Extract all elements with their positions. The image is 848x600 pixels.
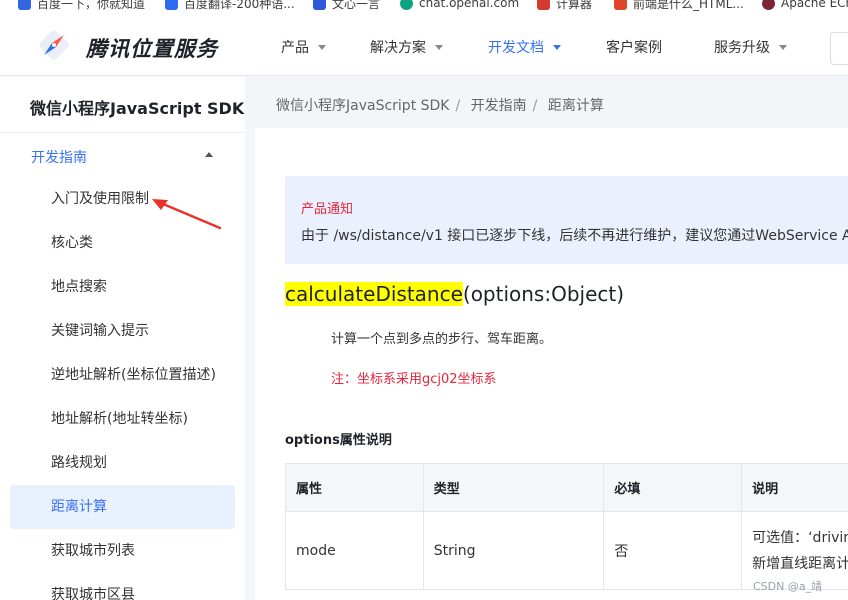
fire-icon: [614, 0, 627, 10]
column-header: 属性: [285, 463, 424, 512]
sidebar-item-place-search[interactable]: 地点搜索: [10, 265, 235, 309]
sidebar-item-keyword-suggest[interactable]: 关键词输入提示: [10, 309, 235, 353]
chevron-down-icon: [553, 44, 561, 50]
site-header: 腾讯位置服务 产品 解决方案 开发文档 客户案例 服务升级: [0, 12, 848, 76]
sidebar-item-city-list[interactable]: 获取城市列表: [10, 529, 235, 573]
sidebar-item-reverse-geocoding[interactable]: 逆地址解析(坐标位置描述): [10, 353, 235, 397]
method-heading: calculateDistance(options:Object): [285, 282, 624, 306]
bookmark-wenxin[interactable]: 文心一言: [313, 0, 380, 11]
wenxin-icon: [313, 0, 326, 10]
calculator-icon: [537, 0, 550, 10]
sidebar-item-geocoding[interactable]: 地址解析(地址转坐标): [10, 397, 235, 441]
notice-title: 产品通知: [301, 202, 354, 217]
nav-dev-docs[interactable]: 开发文档: [488, 37, 561, 57]
breadcrumb: 微信小程序JavaScript SDK / 开发指南 / 距离计算: [276, 95, 610, 115]
bookmark-openai[interactable]: chat.openai.com: [400, 0, 519, 11]
divider: [0, 132, 245, 133]
product-notice: 产品通知 由于 /ws/distance/v1 接口已逐步下线，后续不再进行维护…: [285, 176, 848, 264]
sidebar-item-distance-calc[interactable]: 距离计算: [10, 485, 235, 529]
baidu-icon: [18, 0, 31, 10]
desc-line: 可选值：‘drivin: [752, 529, 848, 546]
csdn-watermark: CSDN @a_靖: [753, 580, 823, 593]
bookmark-baidu-translate[interactable]: 百度翻译-200种语...: [165, 0, 295, 11]
breadcrumb-separator: /: [455, 98, 461, 114]
column-header: 类型: [422, 463, 605, 512]
bookmark-frontend[interactable]: 前端是什么_HTML...: [614, 0, 744, 11]
options-table-title: options属性说明: [285, 433, 392, 448]
cell-type: String: [422, 511, 605, 590]
column-header: 说明: [741, 463, 848, 512]
notice-body: 由于 /ws/distance/v1 接口已逐步下线，后续不再进行维护，建议您通…: [301, 228, 848, 244]
method-signature: (options:Object): [462, 282, 625, 306]
search-input[interactable]: [830, 32, 848, 65]
annotation-arrow-icon: [152, 199, 222, 230]
openai-icon: [400, 0, 413, 10]
cell-prop: mode: [285, 511, 424, 590]
brand-name[interactable]: 腾讯位置服务: [86, 33, 218, 63]
chevron-down-icon: [779, 44, 787, 50]
breadcrumb-item[interactable]: 开发指南: [471, 98, 527, 114]
translate-icon: [165, 0, 178, 10]
compass-logo-icon[interactable]: [38, 29, 70, 61]
bookmarks-bar: 百度一下，你就知道 百度翻译-200种语... 文心一言 chat.openai…: [0, 0, 848, 12]
breadcrumb-item-current: 距离计算: [547, 98, 604, 114]
method-note: 注：坐标系采用gcj02坐标系: [331, 372, 497, 387]
breadcrumb-item[interactable]: 微信小程序JavaScript SDK: [276, 98, 449, 114]
breadcrumb-separator: /: [532, 98, 538, 114]
nav-solutions[interactable]: 解决方案: [370, 37, 443, 57]
method-description: 计算一个点到多点的步行、驾车距离。: [331, 332, 553, 347]
sidebar-group-dev-guide[interactable]: 开发指南: [31, 147, 87, 167]
chevron-down-icon: [318, 44, 326, 50]
chevron-down-icon: [435, 44, 443, 50]
cell-required: 否: [603, 511, 743, 590]
nav-customer-cases[interactable]: 客户案例: [606, 37, 662, 57]
chevron-up-icon[interactable]: [205, 152, 213, 157]
method-name: calculateDistance: [285, 282, 463, 306]
table-header-row: 属性 类型 必填 说明: [285, 463, 848, 512]
sidebar-item-city-districts[interactable]: 获取城市区县: [10, 573, 235, 600]
doc-content: 产品通知 由于 /ws/distance/v1 接口已逐步下线，后续不再进行维护…: [255, 128, 848, 600]
desc-line: 新增直线距离计: [752, 555, 848, 572]
nav-service-upgrade[interactable]: 服务升级: [714, 37, 787, 57]
sidebar-title: 微信小程序JavaScript SDK: [30, 99, 245, 118]
options-table: 属性 类型 必填 说明 mode String 否 可选值：‘drivin 新增…: [285, 463, 848, 590]
echarts-icon: [762, 0, 775, 10]
bookmark-baidu[interactable]: 百度一下，你就知道: [18, 0, 145, 11]
doc-sidebar: 微信小程序JavaScript SDK 开发指南 入门及使用限制 核心类 地点搜…: [0, 77, 245, 600]
nav-products[interactable]: 产品: [281, 37, 326, 57]
sidebar-item-route-planning[interactable]: 路线规划: [10, 441, 235, 485]
bookmark-echarts[interactable]: Apache ECh: [762, 0, 848, 11]
column-header: 必填: [603, 463, 743, 512]
bookmark-calculator[interactable]: 计算器: [537, 0, 592, 11]
